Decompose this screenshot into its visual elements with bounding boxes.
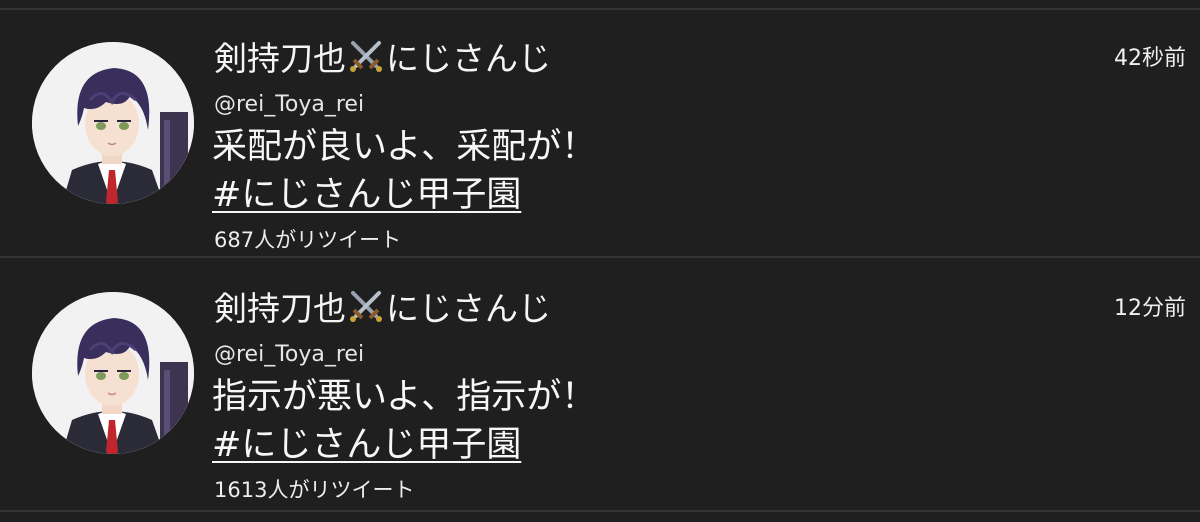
timestamp: 42秒前 bbox=[1114, 46, 1186, 71]
tweet-text: 指示が悪いよ、指示が！ bbox=[212, 377, 597, 417]
display-name-text: 剣持刀也 bbox=[214, 289, 346, 328]
hashtag-link[interactable]: #にじさんじ甲子園 bbox=[212, 420, 521, 470]
display-name-text: 剣持刀也 bbox=[214, 39, 346, 78]
crossed-swords-icon bbox=[348, 38, 384, 74]
user-handle[interactable]: @rei_Toya_rei bbox=[214, 92, 364, 117]
avatar[interactable] bbox=[32, 292, 194, 454]
display-name-group: にじさんじ bbox=[386, 39, 551, 78]
hashtag-link[interactable]: #にじさんじ甲子園 bbox=[212, 170, 521, 220]
tweet-text: 采配が良いよ、采配が！ bbox=[212, 127, 597, 167]
user-handle[interactable]: @rei_Toya_rei bbox=[214, 342, 364, 367]
display-name-group: にじさんじ bbox=[386, 289, 551, 328]
display-name[interactable]: 剣持刀也 にじさんじ bbox=[214, 284, 551, 328]
retweet-count: 687人がリツイート bbox=[214, 228, 402, 252]
retweet-count: 1613人がリツイート bbox=[214, 478, 415, 502]
crossed-swords-icon bbox=[348, 288, 384, 324]
tweet-divider bbox=[0, 256, 1200, 258]
avatar-portrait-icon bbox=[32, 292, 194, 454]
tweet-item[interactable]: 剣持刀也 にじさんじ 42秒前 @rei_Toya_rei 采配が良いよ、采配が… bbox=[0, 10, 1200, 256]
tweet-item[interactable]: 剣持刀也 にじさんじ 12分前 @rei_Toya_rei 指示が悪いよ、指示が… bbox=[0, 260, 1200, 506]
avatar-portrait-icon bbox=[32, 42, 194, 204]
display-name[interactable]: 剣持刀也 にじさんじ bbox=[214, 34, 551, 78]
bottom-divider bbox=[0, 510, 1200, 512]
avatar[interactable] bbox=[32, 42, 194, 204]
timestamp: 12分前 bbox=[1114, 296, 1186, 321]
